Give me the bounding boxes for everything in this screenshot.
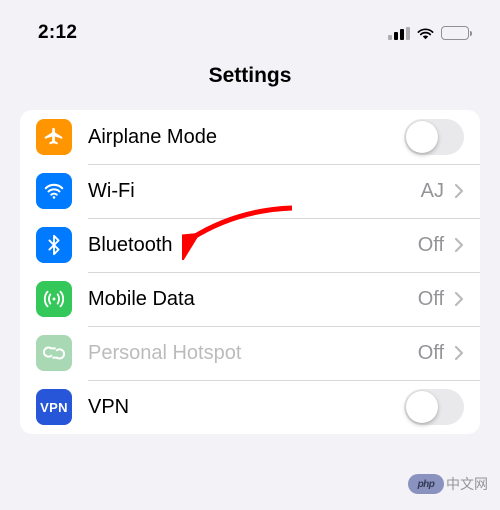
- chevron-right-icon: [454, 237, 464, 253]
- watermark: php 中文网: [408, 474, 488, 494]
- vpn-toggle[interactable]: [404, 389, 464, 425]
- page-title: Settings: [0, 64, 500, 88]
- airplane-icon: [36, 119, 72, 155]
- airplane-label: Airplane Mode: [88, 126, 404, 149]
- status-time: 2:12: [38, 22, 77, 44]
- chevron-right-icon: [454, 345, 464, 361]
- hotspot-value: Off: [418, 342, 444, 365]
- settings-list: Airplane Mode Wi-Fi AJ Bluetooth Off: [20, 110, 480, 434]
- php-logo-icon: php: [408, 474, 444, 494]
- hotspot-icon: [36, 335, 72, 371]
- status-indicators: [388, 26, 472, 41]
- wifi-value: AJ: [421, 180, 444, 203]
- hotspot-label: Personal Hotspot: [88, 342, 418, 365]
- vpn-icon: VPN: [36, 389, 72, 425]
- battery-icon: [441, 26, 473, 40]
- row-airplane-mode[interactable]: Airplane Mode: [20, 110, 480, 164]
- bluetooth-label: Bluetooth: [88, 234, 418, 257]
- chevron-right-icon: [454, 183, 464, 199]
- status-bar: 2:12: [0, 0, 500, 48]
- antenna-icon: [36, 281, 72, 317]
- cellular-signal-icon: [388, 27, 410, 40]
- row-vpn[interactable]: VPN VPN: [20, 380, 480, 434]
- mobile-data-value: Off: [418, 288, 444, 311]
- chevron-right-icon: [454, 291, 464, 307]
- wifi-icon: [36, 173, 72, 209]
- row-wifi[interactable]: Wi-Fi AJ: [20, 164, 480, 218]
- wifi-status-icon: [416, 26, 435, 41]
- row-mobile-data[interactable]: Mobile Data Off: [20, 272, 480, 326]
- mobile-data-label: Mobile Data: [88, 288, 418, 311]
- bluetooth-value: Off: [418, 234, 444, 257]
- row-bluetooth[interactable]: Bluetooth Off: [20, 218, 480, 272]
- bluetooth-icon: [36, 227, 72, 263]
- row-personal-hotspot[interactable]: Personal Hotspot Off: [20, 326, 480, 380]
- airplane-toggle[interactable]: [404, 119, 464, 155]
- wifi-label: Wi-Fi: [88, 180, 421, 203]
- watermark-text: 中文网: [446, 474, 488, 494]
- vpn-label: VPN: [88, 396, 404, 419]
- page-header: Settings: [0, 48, 500, 110]
